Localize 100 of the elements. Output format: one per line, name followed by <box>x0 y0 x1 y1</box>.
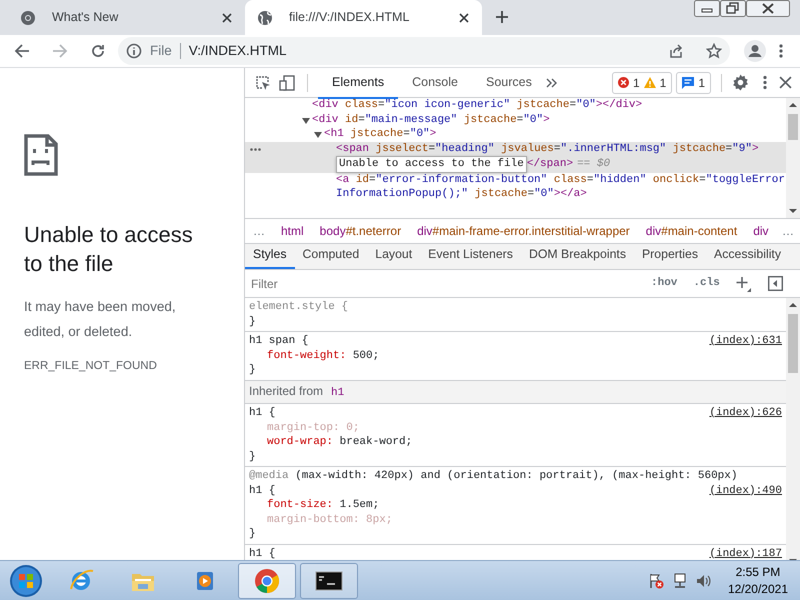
closing-brace: } <box>249 450 257 464</box>
speaker-icon[interactable] <box>696 572 712 588</box>
source-link[interactable]: (index):626 <box>709 406 782 420</box>
scheme-label: File <box>150 42 172 60</box>
url-text: V:/INDEX.HTML <box>188 42 288 60</box>
error-code: ERR_FILE_NOT_FOUND <box>24 359 158 374</box>
panel-tab[interactable]: Event Listeners <box>420 244 521 269</box>
dom-node[interactable]: <a id="error-information-button" class="hidden" onclick="toggleErrorInformationPopup();" jstcache="0"></a> <box>245 172 786 202</box>
warning-count: 1 <box>660 74 666 92</box>
breadcrumb-item[interactable]: div#main-content <box>646 222 738 240</box>
tab-title: file:///V:/INDEX.HTML <box>289 9 410 26</box>
devtools-tab[interactable]: Console <box>398 66 472 100</box>
minimize-icon[interactable] <box>694 0 720 17</box>
issue-counter[interactable]: 1 1 <box>612 72 672 94</box>
scrollbar[interactable] <box>786 298 800 560</box>
warning-icon <box>644 77 656 88</box>
close-icon[interactable] <box>458 12 470 24</box>
star-icon[interactable] <box>706 43 722 59</box>
address-bar[interactable]: File V:/INDEX.HTML <box>118 37 730 65</box>
info-icon <box>126 43 142 59</box>
reload-icon[interactable] <box>90 43 106 59</box>
css-selector: h1 { <box>249 406 276 420</box>
css-selector: element.style { <box>249 300 348 314</box>
close-icon[interactable] <box>221 12 233 24</box>
class-toggle[interactable]: .cls <box>693 275 720 292</box>
source-link[interactable]: (index):490 <box>709 484 782 498</box>
source-link[interactable]: (index):631 <box>709 334 782 348</box>
settings-icon[interactable] <box>732 74 749 91</box>
devtools-tab[interactable]: Elements <box>318 66 398 100</box>
dom-node-markup: <span jsselect="heading" jsvalues=".innerHTML:msg" jstcache="9"> <box>336 142 760 156</box>
text-edit-field[interactable]: Unable to access to the file <box>336 156 527 172</box>
breadcrumb-item[interactable]: div <box>753 222 769 240</box>
closing-tag: </span> <box>526 157 574 172</box>
css-declaration[interactable]: font-weight: 500; <box>249 348 782 363</box>
maximize-icon[interactable] <box>720 0 746 17</box>
disclosure-triangle-icon[interactable] <box>302 116 310 124</box>
closing-brace: } <box>249 363 257 378</box>
messages-counter[interactable]: 1 <box>676 72 711 94</box>
dom-node-markup: <h1 jstcache="0"> <box>324 127 438 142</box>
chrome-logo-icon <box>253 566 281 594</box>
disclosure-triangle-icon[interactable] <box>314 131 322 139</box>
css-declaration[interactable]: font-size: 1.5em; <box>249 498 782 512</box>
error-description: It may have been moved, edited, or deleted. <box>24 298 177 341</box>
dom-node-markup: <div class="icon icon-generic" jstcache="0"></div> <box>312 98 644 112</box>
scrollbar[interactable] <box>786 98 800 218</box>
panel-tab[interactable]: Accessibility <box>706 244 789 269</box>
profile-icon[interactable] <box>744 40 766 62</box>
new-rule-icon[interactable] <box>736 276 752 292</box>
browser-tab[interactable]: What's New <box>8 0 245 35</box>
sad-file-icon <box>24 134 58 176</box>
overflow-indicator[interactable]: … <box>253 222 265 240</box>
more-tabs-icon[interactable] <box>546 76 558 88</box>
menu-icon[interactable] <box>779 43 783 59</box>
message-count: 1 <box>698 74 705 92</box>
more-options-icon[interactable] <box>763 75 767 90</box>
css-selector: h1 span { <box>249 334 308 348</box>
inspect-icon[interactable] <box>255 74 271 90</box>
breadcrumb-item[interactable]: body#t.neterror <box>320 222 402 240</box>
globe-icon <box>257 10 273 26</box>
dom-node[interactable]: <h1 jstcache="0"> <box>245 127 786 142</box>
devtools-tab[interactable]: Sources <box>472 66 546 100</box>
network-icon[interactable] <box>672 572 688 588</box>
css-selector: h1 { <box>249 484 276 498</box>
dom-node[interactable]: <div id="main-message" jstcache="0"> <box>245 112 786 127</box>
browser-tab[interactable]: file:///V:/INDEX.HTML <box>245 0 482 35</box>
share-icon[interactable] <box>668 43 684 59</box>
panel-tab[interactable]: Computed <box>294 244 368 269</box>
dots-icon[interactable] <box>250 148 261 150</box>
panel-tab[interactable]: DOM Breakpoints <box>520 244 634 269</box>
error-heading: Unable to access to the file <box>24 221 194 278</box>
dom-node-markup: <a id="error-information-button" class="hidden" onclick="toggleErrorInformationPopup();" jstcache="0"></a> <box>336 172 786 202</box>
panel-tab[interactable]: Properties <box>634 244 706 269</box>
dom-node-markup: <div id="main-message" jstcache="0"> <box>312 112 551 127</box>
panel-tab[interactable]: Layout <box>367 244 420 269</box>
error-icon <box>618 77 629 88</box>
panel-tab[interactable]: Styles <box>245 244 294 269</box>
dom-node[interactable]: <div class="icon icon-generic" jstcache="0"></div> <box>245 98 786 112</box>
css-declaration[interactable]: word-wrap: break-word; <box>249 435 782 450</box>
close-icon[interactable] <box>746 0 790 17</box>
device-icon[interactable] <box>279 74 295 90</box>
flag-icon[interactable] <box>648 572 664 588</box>
breadcrumb-item[interactable]: div#main-frame-error.interstitial-wrapper <box>417 222 630 240</box>
breadcrumb-item[interactable]: html <box>281 222 304 240</box>
closing-brace: } <box>249 314 257 329</box>
close-icon[interactable] <box>779 76 792 89</box>
console-reference: == $0 <box>577 157 610 172</box>
taskbar-button[interactable] <box>300 562 358 598</box>
message-icon <box>682 76 694 88</box>
media-query: @media (max-width: 420px) and (orientation: portrait), (max-height: 560px) <box>249 469 738 484</box>
source-link[interactable]: (index):187 <box>709 546 782 560</box>
hover-state-toggle[interactable]: :hov <box>651 275 678 292</box>
back-icon[interactable] <box>14 43 30 59</box>
new-tab-icon[interactable] <box>494 9 510 25</box>
chrome-logo-icon <box>20 10 36 26</box>
section-label: Inherited from <box>249 384 324 398</box>
dom-node[interactable]: <span jsselect="heading" jsvalues=".innerHTML:msg" jstcache="9"> Unable to access to the file </span> == $0 <box>245 142 786 172</box>
inherited-tag: h1 <box>331 386 344 398</box>
error-count: 1 <box>632 74 640 92</box>
clock[interactable]: 2:55 PM 12/20/2021 <box>728 564 788 598</box>
sidebar-toggle-icon[interactable] <box>768 276 783 291</box>
